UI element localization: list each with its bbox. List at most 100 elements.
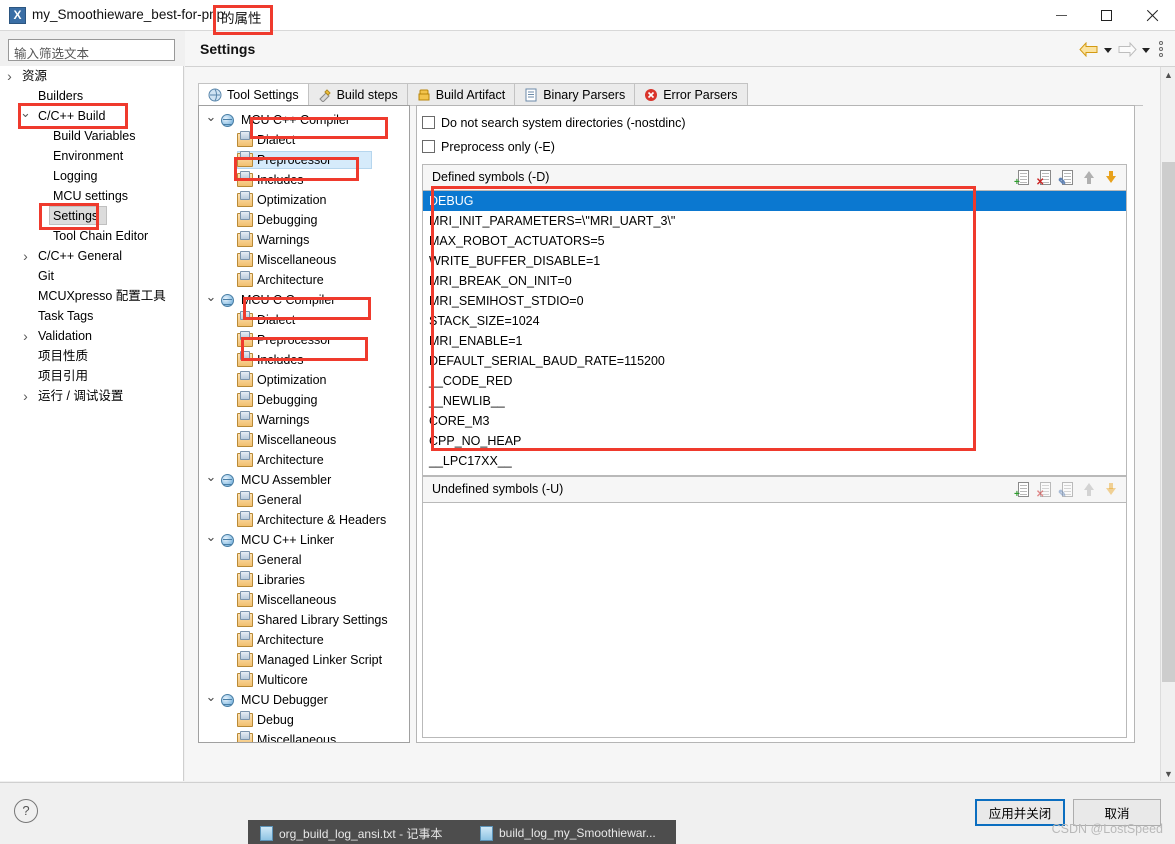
tool-tree-item-mcu-c++-compiler[interactable]: MCU C++ Compiler [199, 110, 409, 130]
defined-symbol-row[interactable]: DEFAULT_SERIAL_BAUD_RATE=115200 [423, 351, 1126, 371]
defined-symbol-row[interactable]: CPP_NO_HEAP [423, 431, 1126, 451]
tool-tree-item-preprocessor[interactable]: Preprocessor [199, 150, 409, 170]
move-down-icon[interactable] [1102, 169, 1121, 187]
add-icon[interactable]: + [1014, 481, 1033, 500]
tool-tree-item-debugging[interactable]: Debugging [199, 390, 409, 410]
sidebar-item-[interactable]: 运行 / 调试设置 [0, 386, 183, 406]
tool-tree-item-optimization[interactable]: Optimization [199, 370, 409, 390]
defined-symbol-row[interactable]: MRI_BREAK_ON_INIT=0 [423, 271, 1126, 291]
tool-tree-item-optimization[interactable]: Optimization [199, 190, 409, 210]
tool-tree-item-multicore[interactable]: Multicore [199, 670, 409, 690]
chevron-right-icon[interactable] [20, 326, 31, 346]
sidebar-item-[interactable]: 项目引用 [0, 366, 183, 386]
tool-tree-item-warnings[interactable]: Warnings [199, 230, 409, 250]
sidebar-item-tool-chain-editor[interactable]: Tool Chain Editor [0, 226, 183, 246]
add-icon[interactable]: + [1014, 169, 1033, 188]
nostdinc-checkbox[interactable] [422, 116, 435, 129]
tool-tree-item-includes[interactable]: Includes [199, 170, 409, 190]
tool-tree-item-mcu-debugger[interactable]: MCU Debugger [199, 690, 409, 710]
preprocess-only-checkbox[interactable] [422, 140, 435, 153]
chevron-right-icon[interactable] [20, 246, 31, 266]
tool-tree-item-managed-linker-script[interactable]: Managed Linker Script [199, 650, 409, 670]
sidebar-item-environment[interactable]: Environment [0, 146, 183, 166]
chevron-down-icon[interactable] [205, 470, 217, 490]
tool-tree-item-architecture[interactable]: Architecture [199, 450, 409, 470]
tool-tree-item-mcu-c++-linker[interactable]: MCU C++ Linker [199, 530, 409, 550]
tool-tree-item-miscellaneous[interactable]: Miscellaneous [199, 430, 409, 450]
tool-tree-item-miscellaneous[interactable]: Miscellaneous [199, 590, 409, 610]
tool-tree-item-mcu-c-compiler[interactable]: MCU C Compiler [199, 290, 409, 310]
defined-symbols-list[interactable]: DEBUG MRI_INIT_PARAMETERS=\"MRI_UART_3\" M… [422, 190, 1127, 476]
view-menu-icon[interactable] [1155, 41, 1167, 57]
move-down-icon[interactable] [1102, 481, 1121, 499]
sidebar-item-logging[interactable]: Logging [0, 166, 183, 186]
tool-tree-item-miscellaneous[interactable]: Miscellaneous [199, 250, 409, 270]
tool-tree-item-architecture[interactable]: Architecture [199, 270, 409, 290]
sidebar-item-git[interactable]: Git [0, 266, 183, 286]
undefined-symbols-list[interactable] [422, 502, 1127, 738]
tool-tree-item-shared-library-settings[interactable]: Shared Library Settings [199, 610, 409, 630]
defined-symbol-row[interactable]: MRI_SEMIHOST_STDIO=0 [423, 291, 1126, 311]
tool-tree-item-miscellaneous[interactable]: Miscellaneous [199, 730, 409, 742]
scroll-down-icon[interactable]: ▼ [1161, 766, 1175, 781]
tool-tree-item-debugging[interactable]: Debugging [199, 210, 409, 230]
tool-tree-item-warnings[interactable]: Warnings [199, 410, 409, 430]
edit-icon[interactable]: ✎ [1058, 481, 1077, 500]
sidebar-item-[interactable]: 资源 [0, 66, 183, 86]
tab-binary-parsers[interactable]: Binary Parsers [514, 83, 636, 105]
sidebar-item-c-c-general[interactable]: C/C++ General [0, 246, 183, 266]
sidebar-item-validation[interactable]: Validation [0, 326, 183, 346]
sidebar-item-build-variables[interactable]: Build Variables [0, 126, 183, 146]
tab-tool-settings[interactable]: Tool Settings [198, 83, 309, 105]
chevron-down-icon[interactable] [205, 530, 217, 550]
taskbar-item[interactable]: org_build_log_ansi.txt - 记事本 [260, 824, 442, 842]
sidebar-item-c-c-build[interactable]: C/C++ Build [0, 106, 183, 126]
delete-icon[interactable]: ✕ [1036, 169, 1055, 188]
back-arrow-icon[interactable] [1079, 41, 1099, 57]
defined-symbol-row[interactable]: __CODE_RED [423, 371, 1126, 391]
maximize-button[interactable] [1084, 0, 1129, 31]
tool-tree-item-general[interactable]: General [199, 550, 409, 570]
defined-symbol-row[interactable]: __NEWLIB__ [423, 391, 1126, 411]
tool-tree[interactable]: MCU C++ Compiler Dialect Preprocessor Inclu… [198, 105, 410, 743]
taskbar-item[interactable]: build_log_my_Smoothiewar... [480, 824, 656, 842]
tool-tree-item-dialect[interactable]: Dialect [199, 310, 409, 330]
minimize-button[interactable] [1039, 0, 1084, 31]
tab-build-artifact[interactable]: Build Artifact [406, 83, 516, 105]
delete-icon[interactable]: ✕ [1036, 481, 1055, 500]
forward-arrow-icon[interactable] [1117, 41, 1137, 57]
defined-symbol-row[interactable]: __LPC17XX__ [423, 451, 1126, 471]
chevron-down-icon[interactable] [205, 690, 217, 710]
tool-tree-item-debug[interactable]: Debug [199, 710, 409, 730]
tool-tree-item-mcu-assembler[interactable]: MCU Assembler [199, 470, 409, 490]
tab-error-parsers[interactable]: Error Parsers [634, 83, 748, 105]
close-button[interactable] [1129, 0, 1174, 31]
chevron-right-icon[interactable] [4, 66, 15, 86]
help-icon[interactable]: ? [14, 799, 38, 823]
defined-symbol-row[interactable]: MAX_ROBOT_ACTUATORS=5 [423, 231, 1126, 251]
tool-tree-item-architecture-headers[interactable]: Architecture & Headers [199, 510, 409, 530]
settings-tabs[interactable]: Tool Settings Build steps Build Artifact Bi… [198, 83, 1143, 105]
tool-tree-item-libraries[interactable]: Libraries [199, 570, 409, 590]
sidebar-item-settings[interactable]: Settings [0, 206, 183, 226]
sidebar-item-mcuxpresso[interactable]: MCUXpresso 配置工具 [0, 286, 183, 306]
defined-symbol-row[interactable]: CORE_M3 [423, 411, 1126, 431]
move-up-icon[interactable] [1080, 169, 1099, 187]
sidebar-item-task-tags[interactable]: Task Tags [0, 306, 183, 326]
defined-symbol-row[interactable]: STACK_SIZE=1024 [423, 311, 1126, 331]
defined-symbol-row[interactable]: MRI_ENABLE=1 [423, 331, 1126, 351]
filter-input[interactable]: 输入筛选文本 [8, 39, 175, 61]
tool-tree-item-dialect[interactable]: Dialect [199, 130, 409, 150]
chevron-down-icon[interactable] [205, 290, 217, 310]
page-vscrollbar[interactable]: ▲ ▼ [1160, 67, 1175, 781]
scrollbar-thumb[interactable] [1162, 162, 1175, 682]
edit-icon[interactable]: ✎ [1058, 169, 1077, 188]
settings-category-tree[interactable]: 资源 Builders C/C++ Build Build Variables Envi… [0, 66, 184, 781]
tab-build-steps[interactable]: Build steps [307, 83, 408, 105]
tool-tree-item-general[interactable]: General [199, 490, 409, 510]
defined-symbol-row[interactable]: MRI_INIT_PARAMETERS=\"MRI_UART_3\" [423, 211, 1126, 231]
chevron-down-icon[interactable] [20, 106, 31, 126]
tool-tree-item-includes[interactable]: Includes [199, 350, 409, 370]
defined-symbol-row[interactable]: WRITE_BUFFER_DISABLE=1 [423, 251, 1126, 271]
move-up-icon[interactable] [1080, 481, 1099, 499]
